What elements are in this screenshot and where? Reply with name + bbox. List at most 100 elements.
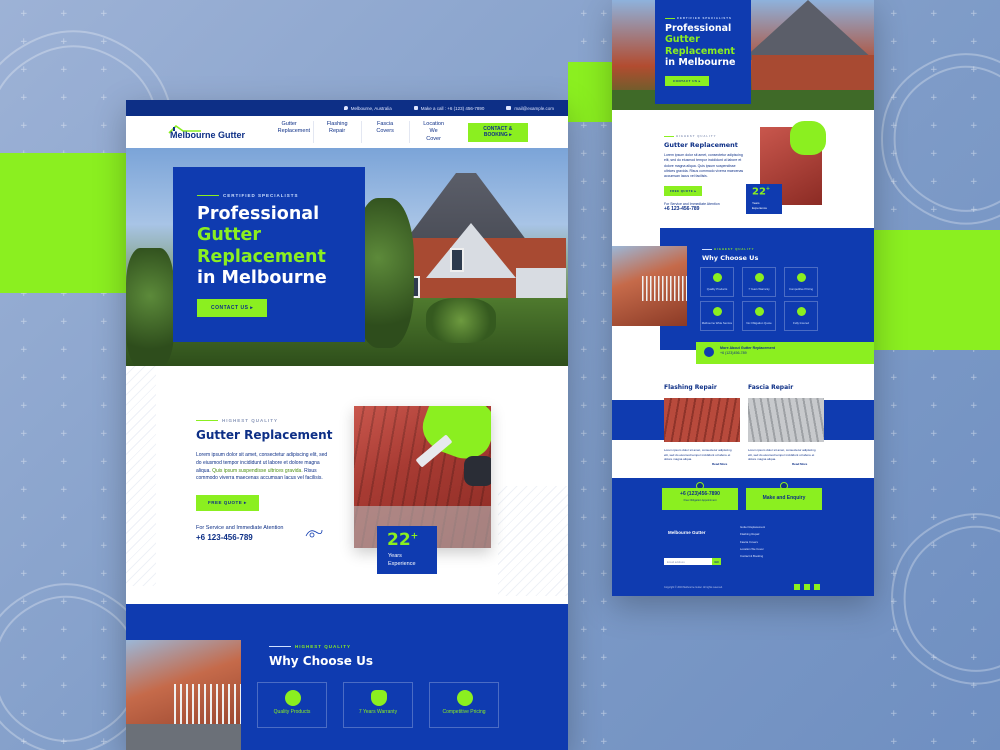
about-text: Lorem ipsum dolor sit amet, consectetur … <box>196 452 328 482</box>
m-more-about-bar[interactable]: More About Gutter Replacement +6 (123)45… <box>696 342 874 364</box>
m-cta-enquiry[interactable]: Make and Enquiry <box>746 488 822 510</box>
logo[interactable]: Melbourne Gutter <box>166 122 266 142</box>
bg-plus-mark: + <box>20 457 28 467</box>
bg-plus-mark: + <box>100 653 108 663</box>
m-card-quality-products[interactable]: Quality Products <box>700 267 734 297</box>
m-card-warranty[interactable]: 7 Years Warranty <box>742 267 776 297</box>
nav-item-flashing-repair[interactable]: Flashing Repair <box>314 121 362 143</box>
bg-plus-mark: + <box>60 317 68 327</box>
m-coins-icon <box>797 273 806 282</box>
bg-plus-mark: + <box>100 485 108 495</box>
free-quote-button[interactable]: FREE QUOTE ▸ <box>196 495 259 511</box>
bg-plus-mark: + <box>60 653 68 663</box>
bg-plus-mark: + <box>100 737 108 747</box>
bg-plus-mark: + <box>580 625 588 635</box>
m-card-no-obligation[interactable]: No Obligation Quote <box>742 301 776 331</box>
m-footer-link[interactable]: Gutter Replacement <box>740 524 765 531</box>
m-twitter-icon[interactable] <box>814 584 820 590</box>
m-card-fully-insured[interactable]: Fully Insured <box>784 301 818 331</box>
card-competitive-pricing[interactable]: Competitive Pricing <box>429 682 499 728</box>
bg-plus-mark: + <box>20 345 28 355</box>
top-bar: Melbourne, Australia Make a call : +6 (1… <box>126 100 568 116</box>
bg-plus-mark: + <box>600 9 608 19</box>
why-title: Why Choose Us <box>269 654 373 668</box>
m-footer-link[interactable]: Fascia Covers <box>740 539 765 546</box>
m-flashing-image <box>664 398 740 442</box>
m-footer-link[interactable]: Flashing Repair <box>740 531 765 538</box>
bg-plus-mark: + <box>580 513 588 523</box>
m-cta-phone[interactable]: +6 (123)456-7890 Free Obligation Appoint… <box>662 488 738 510</box>
bg-plus-mark: + <box>100 93 108 103</box>
bg-plus-mark: + <box>20 569 28 579</box>
bg-plus-mark: + <box>100 681 108 691</box>
m-repairs-section: Flashing Repair Fascia Repair Lorem ipsu… <box>612 370 874 490</box>
card-warranty[interactable]: 7 Years Warranty <box>343 682 413 728</box>
bg-plus-mark: + <box>600 597 608 607</box>
bg-plus-mark: + <box>60 93 68 103</box>
bg-plus-mark: + <box>890 401 898 411</box>
bg-plus-mark: + <box>20 485 28 495</box>
arrow-right-icon: ▸ <box>509 132 512 138</box>
bg-plus-mark: + <box>60 429 68 439</box>
bg-plus-mark: + <box>930 37 938 47</box>
bg-plus-mark: + <box>600 513 608 523</box>
m-footer-link[interactable]: Contact & Booking <box>740 553 765 560</box>
bg-plus-mark: + <box>20 429 28 439</box>
m-contact-us-button[interactable]: CONTACT US ▸ <box>665 75 709 86</box>
topbar-email[interactable]: mail@example.com <box>506 106 554 111</box>
bg-plus-mark: + <box>890 457 898 467</box>
bg-plus-mark: + <box>60 681 68 691</box>
bg-plus-mark: + <box>20 37 28 47</box>
m-fascia-image <box>748 398 824 442</box>
bg-plus-mark: + <box>580 485 588 495</box>
m-facebook-icon[interactable] <box>794 584 800 590</box>
bg-plus-mark: + <box>890 177 898 187</box>
nav-item-fascia-covers[interactable]: Fascia Covers <box>362 121 410 143</box>
green-band-mid <box>568 62 612 122</box>
m-email-input[interactable]: Email address <box>664 558 712 565</box>
bg-plus-mark: + <box>890 709 898 719</box>
bg-plus-mark: + <box>970 205 978 215</box>
contact-us-button[interactable]: CONTACT US ▸ <box>197 299 268 318</box>
bg-plus-mark: + <box>580 289 588 299</box>
bg-plus-mark: + <box>970 541 978 551</box>
m-read-more-flashing[interactable]: Read More <box>712 462 727 466</box>
contact-booking-button[interactable]: CONTACT & BOOKING ▸ <box>467 122 528 142</box>
nav-item-gutter-replacement[interactable]: Gutter Replacement <box>266 121 314 143</box>
m-hero-title: Professional Gutter Replacement in Melbourn… <box>665 23 736 69</box>
bg-plus-mark: + <box>890 653 898 663</box>
bg-plus-mark: + <box>930 513 938 523</box>
bg-plus-mark: + <box>60 121 68 131</box>
bg-plus-mark: + <box>600 121 608 131</box>
bg-plus-mark: + <box>930 429 938 439</box>
bg-plus-mark: + <box>100 709 108 719</box>
m-instagram-icon[interactable] <box>804 584 810 590</box>
m-card-pricing[interactable]: Competitive Pricing <box>784 267 818 297</box>
m-footer-logo[interactable]: Melbourne Gutter <box>668 530 706 535</box>
bg-plus-mark: + <box>20 541 28 551</box>
bg-plus-mark: + <box>970 373 978 383</box>
bg-plus-mark: + <box>600 485 608 495</box>
m-card-melbourne-wide[interactable]: Melbourne Wide Service <box>700 301 734 331</box>
bg-plus-mark: + <box>580 9 588 19</box>
bg-plus-mark: + <box>890 65 898 75</box>
bg-plus-mark: + <box>20 65 28 75</box>
topbar-phone[interactable]: Make a call : +6 (123) 456-7890 <box>413 106 484 111</box>
card-quality-products[interactable]: Quality Products <box>257 682 327 728</box>
m-blue-strip-left <box>612 400 664 440</box>
m-service-phone[interactable]: +6 123-456-789 <box>664 206 744 212</box>
m-email-go-button[interactable]: GO <box>712 558 721 565</box>
m-read-more-fascia[interactable]: Read More <box>792 462 807 466</box>
bg-plus-mark: + <box>930 709 938 719</box>
bg-plus-mark: + <box>890 541 898 551</box>
bg-plus-mark: + <box>930 653 938 663</box>
m-footer-link[interactable]: Location We Cover <box>740 546 765 553</box>
m-free-quote-button[interactable]: FREE QUOTE ▸ <box>664 186 703 197</box>
bg-plus-mark: + <box>580 177 588 187</box>
bg-plus-mark: + <box>580 345 588 355</box>
nav-item-location[interactable]: Location We Cover <box>410 121 458 142</box>
bg-plus-mark: + <box>100 625 108 635</box>
m-shield-icon <box>755 273 764 282</box>
shield-check-icon <box>371 690 387 706</box>
bg-plus-mark: + <box>100 597 108 607</box>
